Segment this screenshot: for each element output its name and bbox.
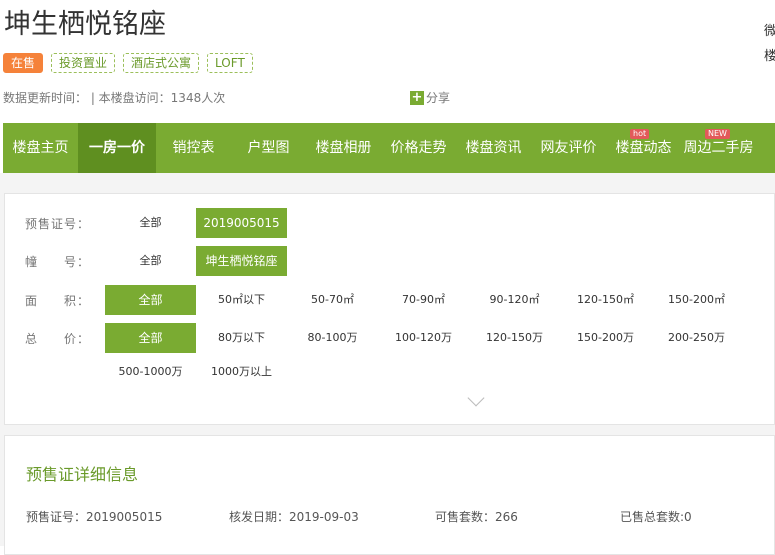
nav-tab-label: 销控表 [172,140,215,156]
nav-tab-label: 楼盘相册 [315,140,372,156]
nav-tab[interactable]: 价格走势 [381,123,456,173]
filter-label: 预售证号： [25,216,91,231]
share-button[interactable]: + 分享 [410,89,450,106]
filter-label: 总 价： [25,331,91,346]
filter-option[interactable]: 坤生栖悦铭座 [196,246,287,276]
visit-info: 数据更新时间： | 本楼盘访问：1348人次 [3,91,226,105]
section-title: 预售证详细信息 [26,465,139,484]
filter-row: 500-1000万 1000万以上 [5,357,287,387]
filter-option[interactable]: 全部 [105,208,196,238]
nav-tab-label: 价格走势 [390,140,447,156]
presale-number: 预售证号：2019005015 [26,510,163,524]
nav-badge: NEW [705,129,730,139]
filter-option[interactable]: 全部 [105,246,196,276]
nav-tab-label: 网友评价 [540,140,597,156]
nav-tab-label: 户型图 [247,140,290,156]
filter-option[interactable]: 500-1000万 [105,357,196,387]
filter-option[interactable]: 50-70㎡ [287,285,378,315]
filter-option[interactable]: 90-120㎡ [469,285,560,315]
nav-tab[interactable]: 楼盘资讯 [456,123,531,173]
nav-tab[interactable]: 楼盘相册 [306,123,381,173]
filter-panel: 预售证号： 全部 2019005015 幢 号： 全部 坤生栖悦铭座面 积： 全部 50㎡以下… [4,193,775,425]
filter-option[interactable]: 70-90㎡ [378,285,469,315]
nav-tab-label: 楼盘动态 [615,140,672,156]
filter-row: 预售证号： 全部 2019005015 [5,208,287,238]
filter-option[interactable]: 1000万以上 [196,357,287,387]
presale-detail-panel: 预售证详细信息 预售证号：2019005015 核发日期：2019-09-03 … [4,435,775,555]
nav-badge: hot [630,129,650,139]
filter-option[interactable]: 全部 [105,285,196,315]
filter-option[interactable]: 120-150万 [469,323,560,353]
nav-tab-label: 周边二手房 [683,140,754,156]
nav-tab[interactable]: 楼盘动态 hot [606,123,681,173]
filter-label: 面 积： [25,293,91,308]
nav-tab[interactable]: 周边二手房 NEW [681,123,756,173]
tag: LOFT [207,53,253,73]
filter-option[interactable]: 80-100万 [287,323,378,353]
status-badge: 在售 [3,53,44,73]
nav-tab[interactable]: 销控表 [156,123,231,173]
filter-option[interactable]: 100-120万 [378,323,469,353]
filter-option[interactable]: 150-200万 [560,323,651,353]
filter-row: 总 价： 全部 80万以下 80-100万 100-120万 120-150万 150-20… [5,323,775,353]
filter-row: 幢 号： 全部 坤生栖悦铭座 [5,246,287,276]
page-title: 坤生栖悦铭座 [4,9,166,40]
tag: 投资置业 [51,53,116,73]
nav-tab[interactable]: 户型图 [231,123,306,173]
nav-tab-label: 楼盘资讯 [465,140,522,156]
filter-option[interactable]: 2019005015 [196,208,287,238]
sold-units: 已售总套数:0 [620,510,692,524]
filter-label: 幢 号： [25,254,91,269]
nav-tab[interactable]: 网友评价 [531,123,606,173]
filter-option[interactable]: 200 [742,285,775,315]
filter-row: 面 积： 全部 50㎡以下 50-70㎡ 70-90㎡ 90-120㎡ 120-150㎡ 15… [5,285,775,315]
filter-option[interactable]: 200-250万 [651,323,742,353]
available-units: 可售套数：266 [435,510,518,524]
share-label: 分享 [426,91,451,105]
filter-option[interactable]: 全部 [105,323,196,353]
main-nav: 楼盘主页 一房一价 销控表 户型图 楼盘相册 价格走势 楼盘资讯 网友评价 楼盘动态 hot 周边二… [3,123,775,173]
filter-option[interactable]: 250 [742,323,775,353]
tag: 酒店式公寓 [123,53,200,73]
plus-icon: + [410,89,424,105]
filter-option[interactable]: 50㎡以下 [196,285,287,315]
nav-tab-label: 楼盘主页 [12,140,69,156]
side-text[interactable]: 楼 [764,45,775,64]
nav-tab-label: 一房一价 [89,140,145,156]
filter-option[interactable]: 150-200㎡ [651,285,742,315]
tag-list: 在售 投资置业 酒店式公寓 LOFT [3,53,253,73]
issue-date: 核发日期：2019-09-03 [229,510,359,524]
filter-option[interactable]: 120-150㎡ [560,285,651,315]
nav-tab[interactable]: 一房一价 [78,123,156,173]
nav-tab[interactable]: 楼盘主页 [3,123,78,173]
side-text[interactable]: 微 [764,20,775,39]
filter-option[interactable]: 80万以下 [196,323,287,353]
chevron-down-icon[interactable] [467,389,485,407]
